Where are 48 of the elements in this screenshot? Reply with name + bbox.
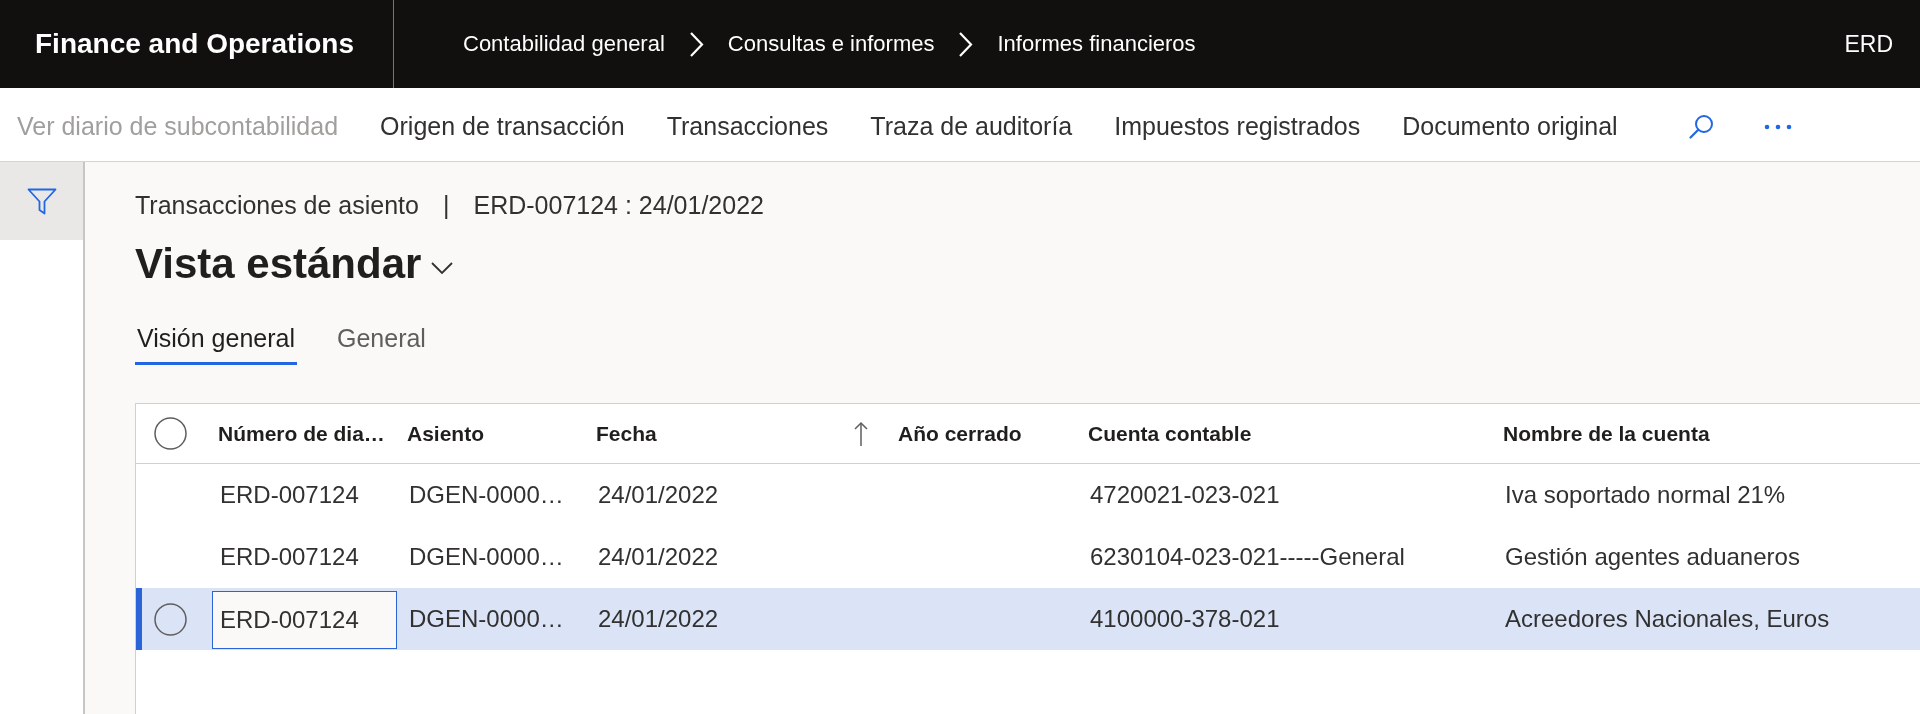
select-all-checkbox[interactable] xyxy=(154,417,187,450)
table-cell-text: 4720021-023-021 xyxy=(1089,480,1281,510)
filter-icon xyxy=(26,187,57,215)
table-cell-text: Acreedores Nacionales, Euros xyxy=(1504,604,1831,634)
view-selector[interactable]: Vista estándar xyxy=(135,239,454,289)
table-cell-text: DGEN-0000… xyxy=(408,604,565,634)
table-cell-text: 24/01/2022 xyxy=(597,542,720,572)
breadcrumb-link[interactable]: Consultas e informes xyxy=(727,31,935,57)
chevron-right-icon xyxy=(958,30,974,58)
breadcrumb-link[interactable]: Informes financieros xyxy=(997,31,1196,57)
table-cell-text: ERD-007124 xyxy=(219,480,360,510)
column-header[interactable]: Asiento xyxy=(397,404,586,463)
breadcrumb-link[interactable]: Contabilidad general xyxy=(463,31,665,57)
column-header[interactable]: Fecha xyxy=(586,404,888,463)
table-cell-text: ERD-007124 xyxy=(219,542,360,572)
search-icon xyxy=(1688,113,1715,140)
chevron-right-icon xyxy=(688,30,704,58)
table-cell-text: 24/01/2022 xyxy=(597,480,720,510)
table-cell-text: 6230104-023-021-----General xyxy=(1089,542,1406,572)
column-header[interactable]: Año cerrado xyxy=(888,404,1078,463)
action-button[interactable]: Traza de auditoría xyxy=(849,88,1094,161)
table-row[interactable]: ERD-007124 DGEN-0000… 24/01/2022 4100000-378-021 Acreedores Nacionales, Euros xyxy=(136,588,1920,650)
action-button[interactable]: Documento original xyxy=(1381,88,1639,161)
company-selector[interactable]: ERD xyxy=(1844,30,1893,58)
tab[interactable]: General xyxy=(335,323,428,365)
column-header[interactable]: Número de dia… xyxy=(212,404,397,463)
page-caption: Transacciones de asiento xyxy=(135,190,419,220)
action-button[interactable]: Transacciones xyxy=(645,88,850,161)
app-title[interactable]: Finance and Operations xyxy=(35,28,354,60)
table-cell-text: Gestión agentes aduaneros xyxy=(1504,542,1801,572)
filter-button[interactable] xyxy=(0,162,83,240)
record-title: ERD-007124 : 24/01/2022 xyxy=(473,190,764,220)
column-header[interactable]: Cuenta contable xyxy=(1078,404,1493,463)
table-cell-text: Iva soportado normal 21% xyxy=(1504,480,1787,510)
selection-bar xyxy=(136,588,142,650)
ellipsis-icon xyxy=(1764,123,1793,130)
column-header[interactable]: Nombre de la cuenta xyxy=(1493,404,1920,463)
table-cell-text: 24/01/2022 xyxy=(597,604,720,634)
chevron-down-icon xyxy=(431,262,454,274)
tab[interactable]: Visión general xyxy=(135,323,297,365)
table-cell-text: DGEN-0000… xyxy=(408,542,565,572)
caption-separator: | xyxy=(442,190,450,220)
table-cell-text: 4100000-378-021 xyxy=(1089,604,1281,634)
table-cell: ERD-007124 xyxy=(212,591,397,649)
table-cell-text: DGEN-0000… xyxy=(408,480,565,510)
action-button[interactable]: Impuestos registrados xyxy=(1093,88,1382,161)
action-button[interactable]: Origen de transacción xyxy=(359,88,646,161)
row-checkbox[interactable] xyxy=(154,602,187,636)
